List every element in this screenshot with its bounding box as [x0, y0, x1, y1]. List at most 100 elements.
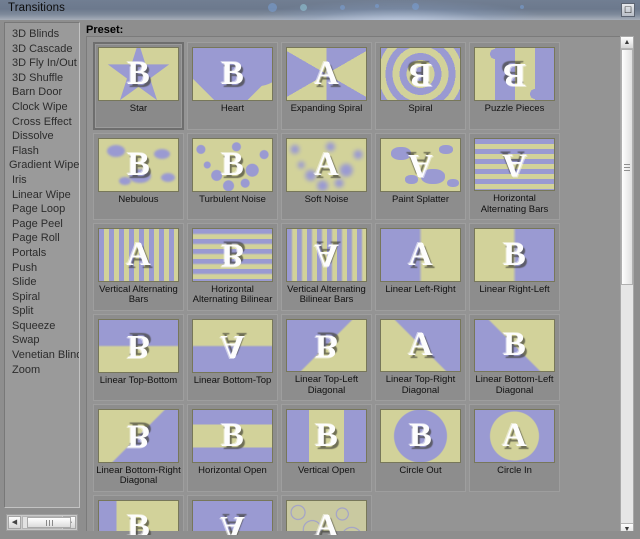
sidebar-item-portals[interactable]: Portals [5, 246, 79, 261]
preset-tile-horizontal-open[interactable]: B Horizontal Open [187, 404, 278, 492]
thumbnail-letter: A [314, 55, 339, 92]
preset-thumbnail: B [474, 47, 555, 101]
sidebar-item-push[interactable]: Push [5, 261, 79, 276]
preset-tile-circle-out[interactable]: B Circle Out [375, 404, 466, 492]
preset-tile-vertical-alternating-bilinear-bars[interactable]: A Vertical Alternating Bilinear Bars [281, 223, 372, 311]
vscroll-thumb[interactable] [621, 49, 633, 285]
sidebar-item-spiral[interactable]: Spiral [5, 290, 79, 305]
preset-tile-linear-bottom-left-diagonal[interactable]: B Linear Bottom-Left Diagonal [469, 313, 560, 401]
thumbnail-letter: A [314, 236, 339, 274]
preset-tile-label: Circle In [497, 466, 532, 476]
preset-thumbnail: B [98, 318, 179, 373]
preset-tile-linear-right-left[interactable]: B Linear Right-Left [469, 223, 560, 311]
thumbnail-letter: B [503, 326, 526, 364]
preset-tile-linear-left-right[interactable]: A Linear Left-Right [375, 223, 466, 311]
sidebar-item-venetian-blinds[interactable]: Venetian Blinds [5, 348, 79, 363]
preset-tile-puzzle-pieces[interactable]: B Puzzle Pieces [469, 42, 560, 130]
preset-tile-label: Expanding Spiral [290, 104, 363, 114]
preset-tile-label: Vertical Alternating Bars [99, 284, 178, 306]
sidebar-item-split[interactable]: Split [5, 304, 79, 319]
sidebar-item-zoom[interactable]: Zoom [5, 363, 79, 378]
transitions-category-list[interactable]: 3D Blinds 3D Cascade 3D Fly In/Out 3D Shuff… [4, 22, 80, 508]
thumbnail-letter: B [315, 417, 338, 454]
thumbnail-letter: A [220, 327, 245, 365]
preset-tile-expanding-spiral[interactable]: A Expanding Spiral [281, 42, 372, 130]
titlebar-bokeh-dot [300, 4, 307, 11]
sidebar-item-3d-cascade[interactable]: 3D Cascade [5, 42, 79, 57]
preset-tile-linear-bottom-right-diagonal[interactable]: B Linear Bottom-Right Diagonal [93, 404, 184, 492]
preset-tile-linear-top-bottom[interactable]: B Linear Top-Bottom [93, 313, 184, 401]
sidebar-item-page-roll[interactable]: Page Roll [5, 231, 79, 246]
sidebar-item-flash[interactable]: Flash [5, 144, 79, 159]
sidebar-item-swap[interactable]: Swap [5, 333, 79, 348]
sidebar-item-dissolve[interactable]: Dissolve [5, 129, 79, 144]
preset-tile-horizontal-alternating-bars[interactable]: A Horizontal Alternating Bars [469, 132, 560, 220]
thumbnail-letter: B [221, 417, 244, 454]
transitions-window: Transitions ☐ 3D Blinds 3D Cascade 3D Fly … [0, 0, 640, 539]
scroll-up-arrow-icon[interactable]: ▲ [621, 37, 633, 49]
restore-window-button[interactable]: ☐ [621, 3, 635, 17]
preset-tile-spiral[interactable]: B Spiral [375, 42, 466, 130]
titlebar-bokeh-dot [375, 4, 379, 8]
thumbnail-letter: B [503, 236, 526, 273]
sidebar-item-3d-shuffle[interactable]: 3D Shuffle [5, 71, 79, 86]
hscroll-track[interactable] [22, 516, 71, 529]
preset-thumbnail: B [192, 47, 273, 101]
preset-tile-label: Linear Top-Bottom [99, 375, 178, 386]
vscroll-track[interactable] [621, 49, 633, 525]
preset-tile[interactable]: A [187, 494, 278, 535]
preset-tile-circle-in[interactable]: A Circle In [469, 404, 560, 492]
preset-tile-paint-splatter[interactable]: A Paint Splatter [375, 132, 466, 220]
sidebar-item-clock-wipe[interactable]: Clock Wipe [5, 100, 79, 115]
sidebar-item-page-peel[interactable]: Page Peel [5, 217, 79, 232]
sidebar-item-slide[interactable]: Slide [5, 275, 79, 290]
sidebar-item-squeeze[interactable]: Squeeze [5, 319, 79, 334]
thumbnail-letter: B [221, 55, 244, 92]
thumbnail-letter: A [408, 146, 433, 184]
sidebar-item-barn-door[interactable]: Barn Door [5, 85, 79, 100]
sidebar-item-gradient-wipe[interactable]: Gradient Wipe [5, 158, 79, 173]
sidebar-item-linear-wipe[interactable]: Linear Wipe [5, 188, 79, 203]
preset-tile-nebulous[interactable]: B Nebulous [93, 132, 184, 220]
preset-tile-linear-top-left-diagonal[interactable]: B Linear Top-Left Diagonal [281, 313, 372, 401]
preset-tile-label: Horizontal Alternating Bars [480, 194, 549, 215]
sidebar-item-cross-effect[interactable]: Cross Effect [5, 115, 79, 130]
preset-thumbnail: B [474, 318, 555, 373]
titlebar-glow [250, 0, 550, 20]
preset-tile-label: Linear Bottom-Top [193, 375, 272, 386]
sidebar-item-page-loop[interactable]: Page Loop [5, 202, 79, 217]
preset-tile-label: Horizontal Alternating Bilinear [192, 284, 273, 306]
preset-tile[interactable]: B [93, 494, 184, 535]
sidebar-horizontal-scrollbar[interactable]: ◀ ▶ [6, 514, 78, 531]
preset-thumbnail: A [380, 318, 461, 373]
preset-tile-label: Turbulent Noise [199, 194, 266, 205]
preset-thumbnail: A [192, 318, 273, 373]
preset-thumbnail: A [286, 499, 367, 536]
preset-tile-linear-top-right-diagonal[interactable]: A Linear Top-Right Diagonal [375, 313, 466, 401]
preset-tile-vertical-alternating-bars[interactable]: A Vertical Alternating Bars [93, 223, 184, 311]
preset-thumbnail: A [98, 228, 179, 282]
preset-tile-star[interactable]: B Star [93, 42, 184, 130]
scroll-left-arrow-icon[interactable]: ◀ [8, 516, 21, 529]
preset-tile-label: Linear Right-Left [479, 285, 550, 295]
thumbnail-letter: A [314, 507, 339, 536]
preset-tile-horizontal-alternating-bilinear[interactable]: B Horizontal Alternating Bilinear [187, 223, 278, 311]
thumbnail-letter: A [314, 145, 339, 183]
sidebar-item-3d-blinds[interactable]: 3D Blinds [5, 27, 79, 42]
titlebar-bokeh-dot [340, 5, 345, 10]
preset-vertical-scrollbar[interactable]: ▲ ▼ [620, 36, 634, 536]
hscroll-thumb[interactable] [27, 517, 71, 528]
preset-tile-turbulent-noise[interactable]: B Turbulent Noise [187, 132, 278, 220]
preset-tile-linear-bottom-top[interactable]: A Linear Bottom-Top [187, 313, 278, 401]
preset-tile[interactable]: A [281, 494, 372, 536]
preset-tile-label: Vertical Alternating Bilinear Bars [287, 284, 366, 306]
thumbnail-letter: B [409, 56, 432, 93]
thumbnail-letter: A [502, 146, 527, 184]
preset-tile-vertical-open[interactable]: B Vertical Open [281, 404, 372, 492]
preset-tile-heart[interactable]: B Heart [187, 42, 278, 130]
preset-thumbnail: B [192, 409, 273, 463]
preset-panel: B Star B Heart A Expanding Spiral B Spiral B Puzz… [86, 36, 634, 536]
sidebar-item-3d-fly-in-out[interactable]: 3D Fly In/Out [5, 56, 79, 71]
sidebar-item-iris[interactable]: Iris [5, 173, 79, 188]
preset-tile-soft-noise[interactable]: A Soft Noise [281, 132, 372, 220]
